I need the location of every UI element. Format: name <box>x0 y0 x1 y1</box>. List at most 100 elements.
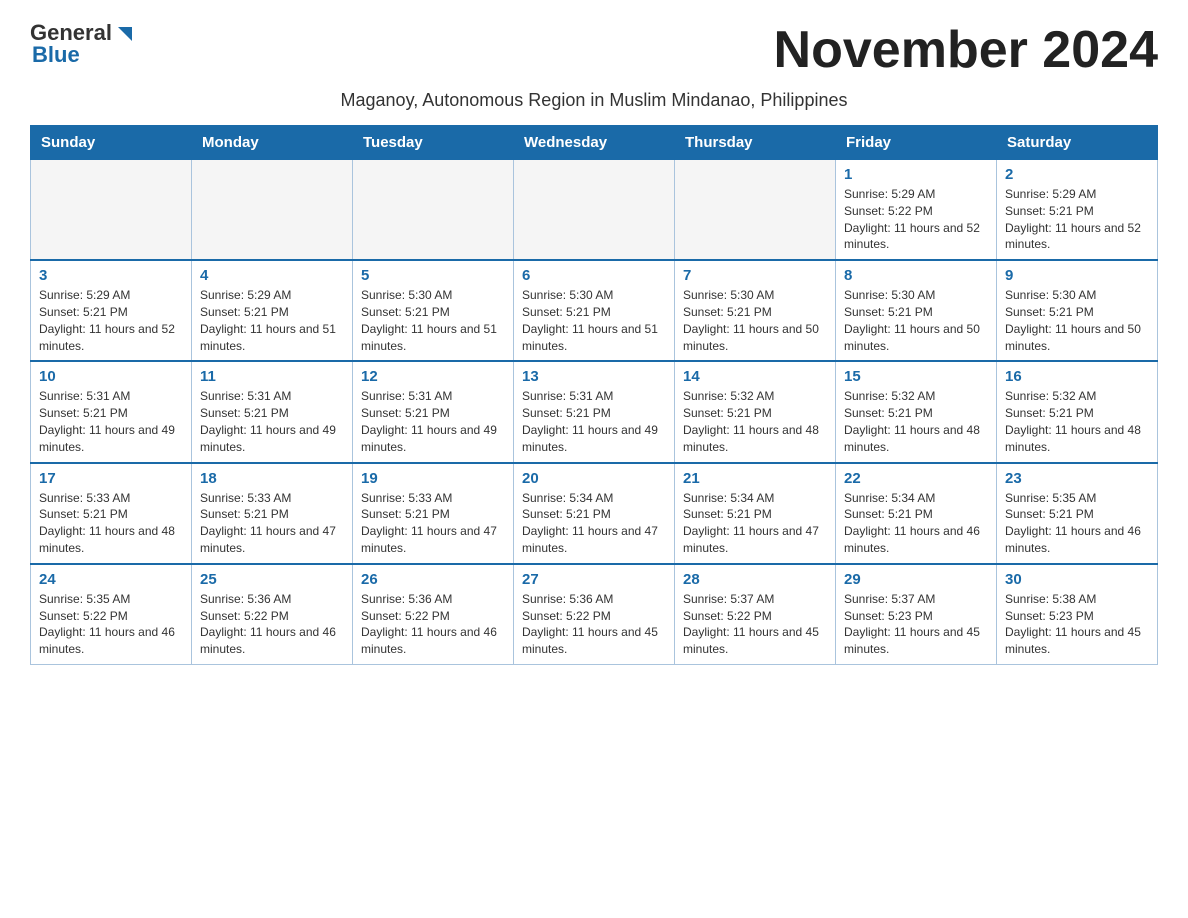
day-number: 3 <box>39 267 183 284</box>
day-number: 4 <box>200 267 344 284</box>
day-info: Sunrise: 5:37 AM Sunset: 5:22 PM Dayligh… <box>683 591 827 658</box>
calendar-week-3: 10 Sunrise: 5:31 AM Sunset: 5:21 PM Dayli… <box>31 361 1158 462</box>
day-info: Sunrise: 5:30 AM Sunset: 5:21 PM Dayligh… <box>361 287 505 354</box>
calendar-cell <box>192 160 353 261</box>
day-number: 8 <box>844 267 988 284</box>
subtitle: Maganoy, Autonomous Region in Muslim Min… <box>30 90 1158 111</box>
calendar-cell: 5Sunrise: 5:30 AM Sunset: 5:21 PM Daylig… <box>353 260 514 361</box>
day-number: 15 <box>844 368 988 385</box>
day-info: Sunrise: 5:30 AM Sunset: 5:21 PM Dayligh… <box>844 287 988 354</box>
day-number: 27 <box>522 571 666 588</box>
logo-triangle-icon <box>114 23 136 45</box>
day-info: Sunrise: 5:36 AM Sunset: 5:22 PM Dayligh… <box>522 591 666 658</box>
calendar-cell <box>675 160 836 261</box>
day-info: Sunrise: 5:34 AM Sunset: 5:21 PM Dayligh… <box>522 490 666 557</box>
day-info: Sunrise: 5:35 AM Sunset: 5:22 PM Dayligh… <box>39 591 183 658</box>
calendar-cell: 21 Sunrise: 5:34 AM Sunset: 5:21 PM Dayli… <box>675 463 836 564</box>
weekday-header-monday: Monday <box>192 126 353 160</box>
day-number: 13 <box>522 368 666 385</box>
calendar-week-4: 17 Sunrise: 5:33 AM Sunset: 5:21 PM Dayli… <box>31 463 1158 564</box>
calendar-table: SundayMondayTuesdayWednesdayThursdayFrid… <box>30 125 1158 665</box>
day-number: 14 <box>683 368 827 385</box>
day-info: Sunrise: 5:30 AM Sunset: 5:21 PM Dayligh… <box>1005 287 1149 354</box>
calendar-cell: 30Sunrise: 5:38 AM Sunset: 5:23 PM Dayli… <box>997 564 1158 665</box>
page-header: General Blue November 2024 <box>30 20 1158 80</box>
day-info: Sunrise: 5:29 AM Sunset: 5:21 PM Dayligh… <box>200 287 344 354</box>
calendar-cell <box>31 160 192 261</box>
weekday-header-friday: Friday <box>836 126 997 160</box>
calendar-week-1: 1 Sunrise: 5:29 AM Sunset: 5:22 PM Daylig… <box>31 160 1158 261</box>
day-info: Sunrise: 5:29 AM Sunset: 5:22 PM Dayligh… <box>844 186 988 253</box>
day-number: 19 <box>361 470 505 487</box>
day-number: 10 <box>39 368 183 385</box>
calendar-cell: 9Sunrise: 5:30 AM Sunset: 5:21 PM Daylig… <box>997 260 1158 361</box>
calendar-cell: 13 Sunrise: 5:31 AM Sunset: 5:21 PM Dayli… <box>514 361 675 462</box>
calendar-cell: 20 Sunrise: 5:34 AM Sunset: 5:21 PM Dayli… <box>514 463 675 564</box>
day-number: 6 <box>522 267 666 284</box>
day-info: Sunrise: 5:34 AM Sunset: 5:21 PM Dayligh… <box>844 490 988 557</box>
calendar-cell: 3 Sunrise: 5:29 AM Sunset: 5:21 PM Daylig… <box>31 260 192 361</box>
day-info: Sunrise: 5:30 AM Sunset: 5:21 PM Dayligh… <box>683 287 827 354</box>
weekday-header-tuesday: Tuesday <box>353 126 514 160</box>
day-info: Sunrise: 5:31 AM Sunset: 5:21 PM Dayligh… <box>200 388 344 455</box>
day-number: 22 <box>844 470 988 487</box>
day-info: Sunrise: 5:36 AM Sunset: 5:22 PM Dayligh… <box>361 591 505 658</box>
day-info: Sunrise: 5:34 AM Sunset: 5:21 PM Dayligh… <box>683 490 827 557</box>
calendar-cell: 29 Sunrise: 5:37 AM Sunset: 5:23 PM Dayli… <box>836 564 997 665</box>
day-number: 23 <box>1005 470 1149 487</box>
day-info: Sunrise: 5:33 AM Sunset: 5:21 PM Dayligh… <box>39 490 183 557</box>
day-info: Sunrise: 5:37 AM Sunset: 5:23 PM Dayligh… <box>844 591 988 658</box>
day-info: Sunrise: 5:29 AM Sunset: 5:21 PM Dayligh… <box>39 287 183 354</box>
day-number: 11 <box>200 368 344 385</box>
calendar-cell: 24 Sunrise: 5:35 AM Sunset: 5:22 PM Dayli… <box>31 564 192 665</box>
calendar-week-2: 3 Sunrise: 5:29 AM Sunset: 5:21 PM Daylig… <box>31 260 1158 361</box>
calendar-cell: 27 Sunrise: 5:36 AM Sunset: 5:22 PM Dayli… <box>514 564 675 665</box>
day-number: 30 <box>1005 571 1149 588</box>
day-number: 20 <box>522 470 666 487</box>
day-number: 28 <box>683 571 827 588</box>
calendar-week-5: 24 Sunrise: 5:35 AM Sunset: 5:22 PM Dayli… <box>31 564 1158 665</box>
calendar-cell: 7 Sunrise: 5:30 AM Sunset: 5:21 PM Daylig… <box>675 260 836 361</box>
calendar-cell: 28 Sunrise: 5:37 AM Sunset: 5:22 PM Dayli… <box>675 564 836 665</box>
calendar-cell: 22 Sunrise: 5:34 AM Sunset: 5:21 PM Dayli… <box>836 463 997 564</box>
logo-blue-text: Blue <box>32 42 80 68</box>
day-info: Sunrise: 5:35 AM Sunset: 5:21 PM Dayligh… <box>1005 490 1149 557</box>
weekday-header-row: SundayMondayTuesdayWednesdayThursdayFrid… <box>31 126 1158 160</box>
day-number: 21 <box>683 470 827 487</box>
day-info: Sunrise: 5:32 AM Sunset: 5:21 PM Dayligh… <box>683 388 827 455</box>
day-info: Sunrise: 5:29 AM Sunset: 5:21 PM Dayligh… <box>1005 186 1149 253</box>
calendar-cell: 2 Sunrise: 5:29 AM Sunset: 5:21 PM Daylig… <box>997 160 1158 261</box>
logo: General Blue <box>30 20 136 68</box>
calendar-cell: 23 Sunrise: 5:35 AM Sunset: 5:21 PM Dayli… <box>997 463 1158 564</box>
day-number: 1 <box>844 166 988 183</box>
day-number: 29 <box>844 571 988 588</box>
day-info: Sunrise: 5:32 AM Sunset: 5:21 PM Dayligh… <box>1005 388 1149 455</box>
calendar-cell: 8 Sunrise: 5:30 AM Sunset: 5:21 PM Daylig… <box>836 260 997 361</box>
calendar-cell: 11 Sunrise: 5:31 AM Sunset: 5:21 PM Dayli… <box>192 361 353 462</box>
day-number: 25 <box>200 571 344 588</box>
day-info: Sunrise: 5:31 AM Sunset: 5:21 PM Dayligh… <box>522 388 666 455</box>
calendar-cell: 16 Sunrise: 5:32 AM Sunset: 5:21 PM Dayli… <box>997 361 1158 462</box>
weekday-header-sunday: Sunday <box>31 126 192 160</box>
day-info: Sunrise: 5:33 AM Sunset: 5:21 PM Dayligh… <box>361 490 505 557</box>
calendar-cell: 14 Sunrise: 5:32 AM Sunset: 5:21 PM Dayli… <box>675 361 836 462</box>
day-number: 24 <box>39 571 183 588</box>
day-info: Sunrise: 5:30 AM Sunset: 5:21 PM Dayligh… <box>522 287 666 354</box>
day-info: Sunrise: 5:31 AM Sunset: 5:21 PM Dayligh… <box>39 388 183 455</box>
day-number: 26 <box>361 571 505 588</box>
day-number: 12 <box>361 368 505 385</box>
calendar-cell: 12Sunrise: 5:31 AM Sunset: 5:21 PM Dayli… <box>353 361 514 462</box>
calendar-cell: 18Sunrise: 5:33 AM Sunset: 5:21 PM Dayli… <box>192 463 353 564</box>
day-info: Sunrise: 5:36 AM Sunset: 5:22 PM Dayligh… <box>200 591 344 658</box>
day-number: 17 <box>39 470 183 487</box>
day-number: 16 <box>1005 368 1149 385</box>
day-number: 2 <box>1005 166 1149 183</box>
weekday-header-saturday: Saturday <box>997 126 1158 160</box>
day-info: Sunrise: 5:33 AM Sunset: 5:21 PM Dayligh… <box>200 490 344 557</box>
day-number: 7 <box>683 267 827 284</box>
day-info: Sunrise: 5:32 AM Sunset: 5:21 PM Dayligh… <box>844 388 988 455</box>
calendar-cell: 10 Sunrise: 5:31 AM Sunset: 5:21 PM Dayli… <box>31 361 192 462</box>
calendar-cell: 6 Sunrise: 5:30 AM Sunset: 5:21 PM Daylig… <box>514 260 675 361</box>
weekday-header-thursday: Thursday <box>675 126 836 160</box>
calendar-cell: 4 Sunrise: 5:29 AM Sunset: 5:21 PM Daylig… <box>192 260 353 361</box>
